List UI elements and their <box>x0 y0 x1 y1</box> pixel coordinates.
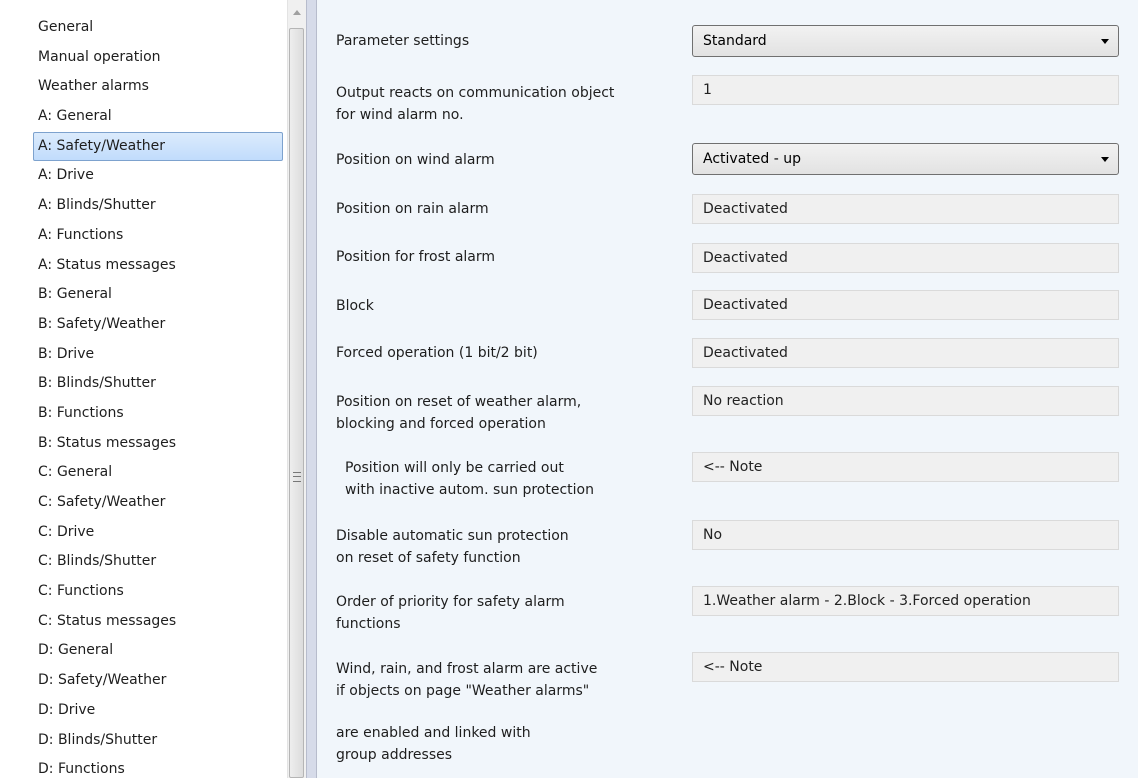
panel-splitter[interactable] <box>306 0 317 778</box>
sidebar-item[interactable]: C: Drive <box>33 518 283 548</box>
position-wind-alarm-dropdown[interactable]: Activated - up <box>692 143 1119 175</box>
position-rain-alarm-field[interactable]: Deactivated <box>692 194 1119 224</box>
param-label-order-priority: Order of priority for safety alarm funct… <box>336 591 676 635</box>
note-label-position-carried-out: Position will only be carried out with i… <box>345 457 685 501</box>
sidebar-item[interactable]: B: Safety/Weather <box>33 310 283 340</box>
param-label-wind-alarm-object: Output reacts on communication object fo… <box>336 82 676 126</box>
order-priority-field[interactable]: 1.Weather alarm - 2.Block - 3.Forced ope… <box>692 586 1119 616</box>
sidebar-item[interactable]: C: Safety/Weather <box>33 488 283 518</box>
param-label-line: with inactive autom. sun protection <box>345 482 594 498</box>
note-label-weather-alarms-active: Wind, rain, and frost alarm are active i… <box>336 658 676 702</box>
wind-alarm-object-field[interactable]: 1 <box>692 75 1119 105</box>
note-field-weather-alarms: <-- Note <box>692 652 1119 682</box>
sidebar-item[interactable]: A: Blinds/Shutter <box>33 191 283 221</box>
param-label-line: are enabled and linked with <box>336 725 531 741</box>
position-reset-field[interactable]: No reaction <box>692 386 1119 416</box>
sidebar-item[interactable]: D: Drive <box>33 696 283 726</box>
sidebar-item[interactable]: D: Blinds/Shutter <box>33 726 283 756</box>
sidebar-item[interactable]: C: General <box>33 458 283 488</box>
sidebar-item[interactable]: A: Status messages <box>33 251 283 281</box>
sidebar-item[interactable]: A: Functions <box>33 221 283 251</box>
sidebar-item[interactable]: A: Safety/Weather <box>33 131 283 162</box>
forced-operation-field[interactable]: Deactivated <box>692 338 1119 368</box>
sidebar-item[interactable]: B: Drive <box>33 340 283 370</box>
param-label-line: Disable automatic sun protection <box>336 528 569 544</box>
param-label-line: group addresses <box>336 747 453 763</box>
param-label-line: Position on reset of weather alarm, <box>336 394 582 410</box>
sidebar-item[interactable]: B: Blinds/Shutter <box>33 369 283 399</box>
sidebar-item[interactable]: A: Drive <box>33 161 283 191</box>
block-field[interactable]: Deactivated <box>692 290 1119 320</box>
sidebar-item[interactable]: General <box>33 13 283 43</box>
position-frost-alarm-field[interactable]: Deactivated <box>692 243 1119 273</box>
sidebar-item[interactable]: D: General <box>33 636 283 666</box>
param-label-line: for wind alarm no. <box>336 107 464 123</box>
sidebar-item[interactable]: B: Status messages <box>33 429 283 459</box>
param-label-line: Output reacts on communication object <box>336 85 615 101</box>
param-label-line: blocking and forced operation <box>336 416 546 432</box>
param-label-position-reset: Position on reset of weather alarm, bloc… <box>336 391 676 435</box>
parameter-settings-dropdown[interactable]: Standard <box>692 25 1119 57</box>
param-label-line: on reset of safety function <box>336 550 521 566</box>
sidebar-item[interactable]: B: General <box>33 280 283 310</box>
param-label-block: Block <box>336 298 374 314</box>
param-label-line: if objects on page "Weather alarms" <box>336 683 590 699</box>
note-field-position: <-- Note <box>692 452 1119 482</box>
param-label-disable-sun-protection: Disable automatic sun protection on rese… <box>336 525 676 569</box>
sidebar-item[interactable]: D: Safety/Weather <box>33 666 283 696</box>
param-label-position-rain-alarm: Position on rain alarm <box>336 201 489 217</box>
sidebar-scrollbar[interactable] <box>287 0 306 778</box>
sidebar-item[interactable]: C: Blinds/Shutter <box>33 547 283 577</box>
sidebar-item[interactable]: Manual operation <box>33 43 283 73</box>
param-label-parameter-settings: Parameter settings <box>336 33 470 49</box>
param-label-line: Order of priority for safety alarm <box>336 594 565 610</box>
param-label-forced-operation: Forced operation (1 bit/2 bit) <box>336 345 538 361</box>
param-label-line: Wind, rain, and frost alarm are active <box>336 661 598 677</box>
dropdown-arrow-icon <box>1101 157 1109 162</box>
dropdown-arrow-icon <box>1101 39 1109 44</box>
param-label-line: functions <box>336 616 401 632</box>
param-label-position-frost-alarm: Position for frost alarm <box>336 249 496 265</box>
sidebar-item[interactable]: B: Functions <box>33 399 283 429</box>
sidebar-item[interactable]: D: Functions <box>33 755 283 778</box>
note-label-enabled-linked: are enabled and linked with group addres… <box>336 722 676 766</box>
sidebar-item[interactable]: C: Status messages <box>33 607 283 637</box>
parameter-page-list: General Manual operation Weather alarms A: … <box>0 0 306 778</box>
sidebar-item[interactable]: C: Functions <box>33 577 283 607</box>
param-label-position-wind-alarm: Position on wind alarm <box>336 152 495 168</box>
sidebar-item[interactable]: A: General <box>33 102 283 132</box>
param-label-line: Position will only be carried out <box>345 460 564 476</box>
sidebar-items: General Manual operation Weather alarms A: … <box>33 13 283 778</box>
sidebar-item[interactable]: Weather alarms <box>33 72 283 102</box>
grip-icon <box>293 472 301 482</box>
position-wind-alarm-value: Activated - up <box>703 151 801 167</box>
scrollbar-thumb[interactable] <box>289 28 304 778</box>
scroll-up-arrow-icon[interactable] <box>288 0 306 24</box>
disable-sun-protection-field[interactable]: No <box>692 520 1119 550</box>
parameter-settings-value: Standard <box>703 33 767 49</box>
